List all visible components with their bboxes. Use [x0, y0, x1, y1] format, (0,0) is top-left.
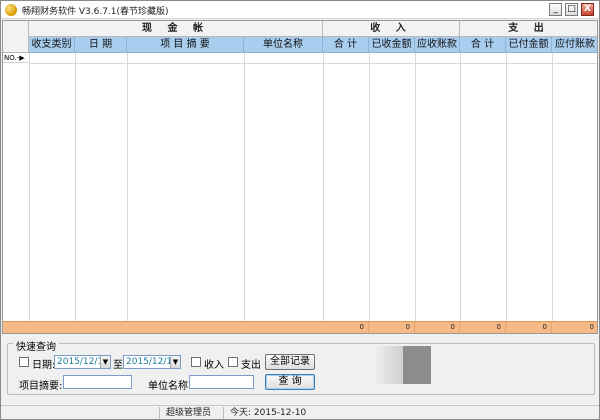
date-label: 日期: [32, 360, 56, 371]
decorative-shade [373, 346, 403, 384]
all-records-button[interactable]: 全部记录 [265, 354, 315, 370]
column-header-expense-total[interactable]: 合 计 [460, 37, 506, 53]
expense-checkbox-label: 支出 [241, 360, 261, 371]
totals-row: 0 0 0 0 0 0 [3, 321, 597, 333]
status-bar: 超级管理员 今天: 2015-12-10 [1, 405, 599, 419]
project-summary-input[interactable] [63, 375, 132, 389]
grid-line [127, 53, 128, 321]
total-expense: 0 [460, 322, 506, 333]
unit-name-input[interactable] [189, 375, 254, 389]
total-receivable: 0 [415, 322, 460, 333]
column-header-income-total[interactable]: 合 计 [323, 37, 369, 53]
column-header-date[interactable]: 日 期 [75, 37, 127, 53]
expense-checkbox[interactable] [228, 357, 238, 367]
total-paid: 0 [506, 322, 552, 333]
column-header-unit-name[interactable]: 单位名称 [244, 37, 323, 53]
app-window: 畅翔财务软件 V3.6.7.1(春节珍藏版) _ □ X 现 金 帐 收 入 支… [0, 0, 600, 420]
column-header-category[interactable]: 收支类别 [29, 37, 75, 53]
grid-row-line [29, 63, 597, 64]
grid-line [29, 53, 30, 321]
total-income: 0 [323, 322, 369, 333]
column-header-receivable[interactable]: 应收账款 [415, 37, 460, 53]
window-title: 畅翔财务软件 V3.6.7.1(春节珍藏版) [22, 7, 169, 17]
grid-corner [3, 21, 29, 53]
unit-name-label: 单位名称: [148, 381, 192, 392]
chevron-down-icon[interactable]: ▼ [100, 356, 110, 368]
grid-line [244, 53, 245, 321]
status-user: 超级管理员 [159, 407, 223, 419]
app-logo-icon [5, 4, 17, 16]
date-filter-checkbox[interactable] [19, 357, 29, 367]
date-from-picker[interactable]: 2015/12/10 ▼ [54, 355, 111, 369]
column-header-payable[interactable]: 应付账款 [552, 37, 597, 53]
grid-line [75, 53, 76, 321]
close-button[interactable]: X [581, 3, 594, 16]
date-to-label: 至 [113, 360, 123, 371]
column-header-summary[interactable]: 项 目 摘 要 [127, 37, 244, 53]
project-summary-label: 项目摘要: [19, 381, 63, 392]
query-button[interactable]: 查 询 [265, 374, 315, 390]
row-indicator[interactable]: NO.-▶ [3, 53, 29, 63]
grid-line [460, 53, 461, 321]
title-bar: 畅翔财务软件 V3.6.7.1(春节珍藏版) _ □ X [1, 1, 599, 19]
grid-line [415, 53, 416, 321]
ledger-grid[interactable]: 现 金 帐 收 入 支 出 收支类别 日 期 项 目 摘 要 单位名称 合 计 … [2, 20, 598, 334]
grid-line [323, 53, 324, 321]
group-header-income: 收 入 [323, 21, 460, 37]
income-checkbox[interactable] [191, 357, 201, 367]
grid-line [552, 53, 553, 321]
group-header-expense: 支 出 [460, 21, 597, 37]
maximize-button[interactable]: □ [565, 3, 578, 16]
group-header-cash-ledger: 现 金 帐 [29, 21, 323, 37]
decorative-block [403, 346, 431, 384]
column-header-received[interactable]: 已收金额 [369, 37, 415, 53]
date-to-picker[interactable]: 2015/12/10 ▼ [123, 355, 181, 369]
status-today: 今天: 2015-12-10 [223, 407, 306, 419]
column-header-paid[interactable]: 已付金额 [506, 37, 552, 53]
grid-line [506, 53, 507, 321]
total-received: 0 [369, 322, 415, 333]
grid-line [369, 53, 370, 321]
minimize-button[interactable]: _ [549, 3, 562, 16]
total-payable: 0 [552, 322, 597, 333]
income-checkbox-label: 收入 [204, 360, 224, 371]
chevron-down-icon[interactable]: ▼ [170, 356, 180, 368]
quick-search-title: 快速查询 [13, 338, 59, 353]
